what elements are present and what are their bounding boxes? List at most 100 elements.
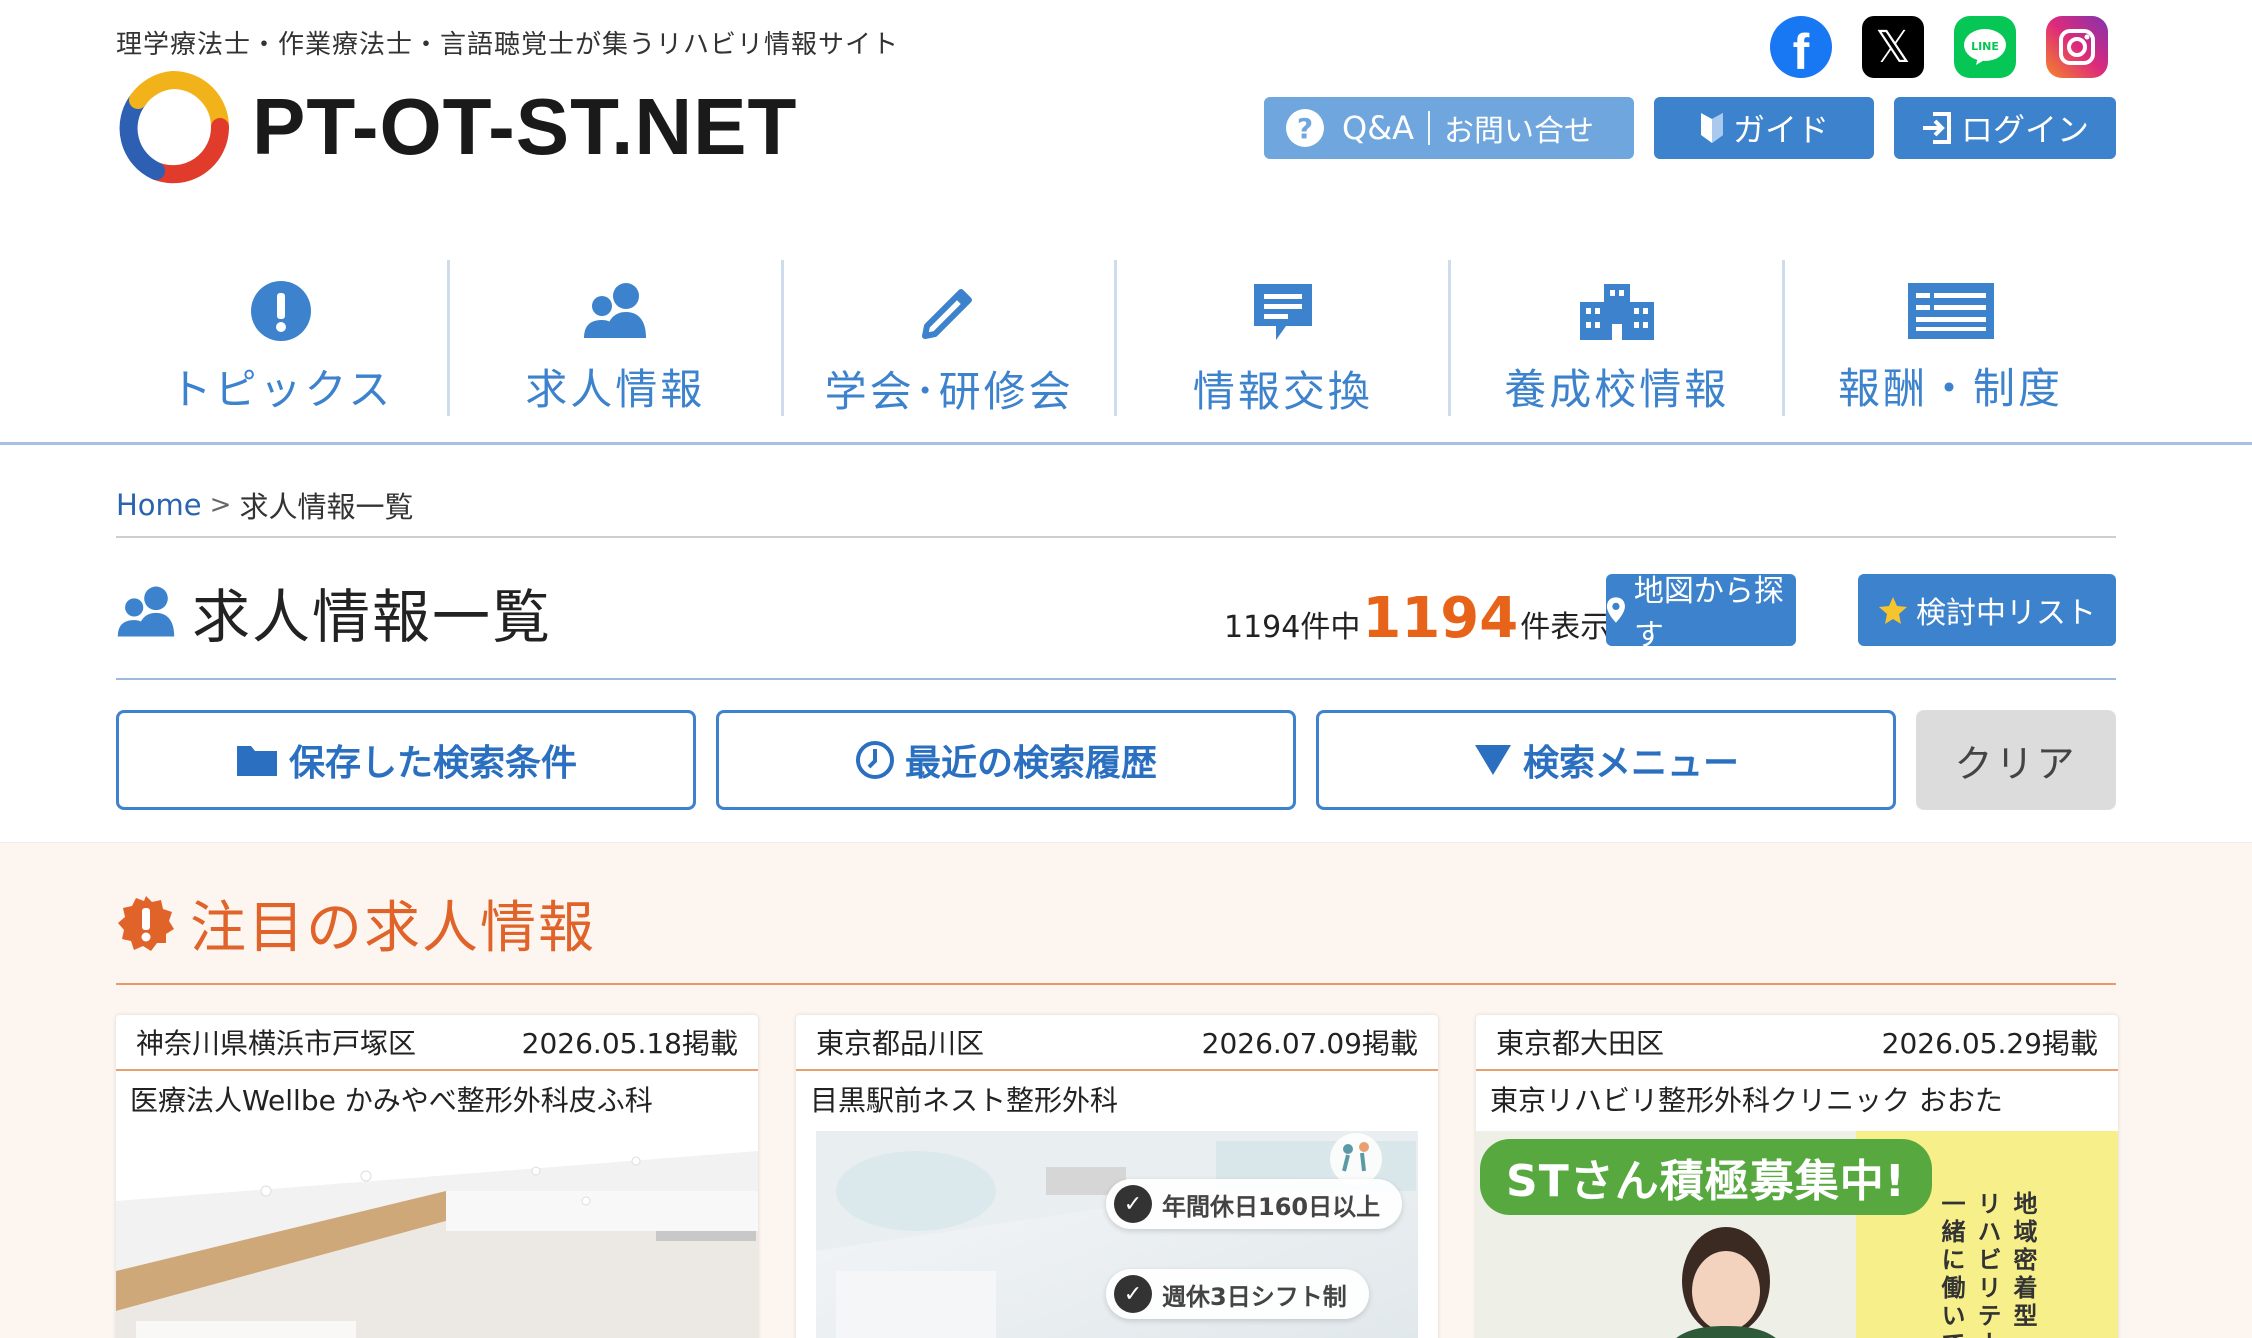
title-divider — [116, 678, 2116, 680]
qa-divider — [1428, 111, 1431, 145]
featured-section: 注目の求人情報 神奈川県横浜市戸塚区 2026.05.18掲載 医療法人Well… — [0, 842, 2252, 1338]
login-icon — [1921, 111, 1953, 145]
clear-button[interactable]: クリア — [1916, 710, 2116, 810]
featured-job-card[interactable]: 東京都品川区 2026.07.09掲載 目黒駅前ネスト整形外科 ✓ 年間休日16… — [796, 1015, 1438, 1338]
card-location: 東京都品川区 — [816, 1027, 985, 1060]
nav-item-seminars[interactable]: 学会･研修会 — [784, 260, 1118, 416]
vertical-text: 一緒に働いて — [1937, 1191, 1965, 1338]
contact-label: お問い合せ — [1444, 114, 1595, 149]
qa-label: Q&A — [1342, 109, 1415, 147]
logo-mark-icon — [119, 71, 230, 184]
card-photo: ✓ 年間休日160日以上 ✓ 週休3日シフト制 — [796, 1131, 1438, 1338]
nav-label-forum: 情報交換 — [1192, 367, 1373, 416]
main-nav: トピックス 求人情報 学会･研修会 情報交換 養成校情報 報酬・制度 — [116, 260, 2116, 416]
pencil-icon — [917, 280, 981, 344]
nav-item-topics[interactable]: トピックス — [116, 260, 450, 416]
featured-job-card[interactable]: 東京都大田区 2026.05.29掲載 東京リハビリ整形外科クリニック おおた … — [1476, 1015, 2118, 1338]
nav-item-jobs[interactable]: 求人情報 — [450, 260, 784, 416]
question-icon: ? — [1286, 109, 1324, 147]
x-icon[interactable]: 𝕏 — [1862, 16, 1924, 78]
nav-divider — [0, 442, 2252, 445]
beginner-mark-icon — [1699, 111, 1725, 145]
triangle-down-icon — [1474, 745, 1511, 775]
qa-contact-button[interactable]: ? Q&A お問い合せ — [1264, 97, 1634, 159]
breadcrumb: Home > 求人情報一覧 — [116, 484, 413, 526]
card-date: 2026.07.09掲載 — [1201, 1027, 1418, 1060]
chat-icon — [1250, 280, 1316, 344]
logo-text: PT-OT-ST.NET — [252, 82, 798, 171]
count-suffix: 件表示 — [1520, 610, 1611, 645]
guide-button[interactable]: ガイド — [1654, 97, 1874, 159]
featured-divider — [116, 983, 2116, 985]
users-icon — [582, 280, 648, 342]
breadcrumb-home-link[interactable]: Home — [116, 488, 202, 522]
check-icon: ✓ — [1114, 1185, 1152, 1223]
nav-item-forum[interactable]: 情報交換 — [1117, 260, 1452, 416]
card-header: 東京都大田区 2026.05.29掲載 — [1476, 1015, 2118, 1071]
nav-label-schools: 養成校情報 — [1504, 365, 1730, 414]
map-pin-icon — [1606, 597, 1625, 623]
site-logo[interactable]: PT-OT-ST.NET — [116, 70, 797, 184]
card-photo: STさん積極募集中! 地域密着型 リハビリテー 一緒に働いて — [1476, 1131, 2118, 1338]
nav-label-rewards: 報酬・制度 — [1838, 364, 2064, 413]
saved-search-button[interactable]: 保存した検索条件 — [116, 710, 696, 810]
nav-item-rewards[interactable]: 報酬・制度 — [1785, 260, 2116, 416]
vertical-text: 地域密着型 — [2009, 1191, 2037, 1331]
featured-job-card[interactable]: 神奈川県横浜市戸塚区 2026.05.18掲載 医療法人Wellbe かみやべ整… — [116, 1015, 758, 1338]
feature-tag-label: 年間休日160日以上 — [1162, 1192, 1381, 1221]
count-prefix: 1194件中 — [1224, 610, 1361, 645]
feature-tag: ✓ 週休3日シフト制 — [1106, 1269, 1369, 1319]
site-tagline: 理学療法士・作業療法士・言語聴覚士が集うリハビリ情報サイト — [116, 30, 900, 60]
recent-search-button[interactable]: 最近の検索履歴 — [716, 710, 1296, 810]
login-button[interactable]: ログイン — [1894, 97, 2116, 159]
nav-item-schools[interactable]: 養成校情報 — [1451, 260, 1786, 416]
guide-label: ガイド — [1732, 111, 1829, 149]
breadcrumb-divider — [116, 536, 2116, 538]
card-location: 神奈川県横浜市戸塚区 — [136, 1027, 417, 1060]
folder-icon — [236, 746, 277, 776]
star-icon — [1879, 597, 1907, 624]
recent-search-label: 最近の検索履歴 — [904, 743, 1157, 784]
camera-icon — [2059, 29, 2095, 65]
card-photo — [116, 1131, 758, 1338]
line-icon[interactable]: LINE — [1954, 16, 2016, 78]
map-search-button[interactable]: 地図から探す — [1606, 574, 1796, 653]
count-shown: 1194 — [1362, 586, 1519, 651]
result-count: 1194件中 1194 件表示 — [1224, 586, 1610, 651]
line-text: LINE — [1971, 40, 1999, 53]
card-header: 神奈川県横浜市戸塚区 2026.05.18掲載 — [116, 1015, 758, 1071]
feature-tag-label: 週休3日シフト制 — [1162, 1282, 1347, 1311]
featured-title: 注目の求人情報 — [190, 896, 596, 961]
card-date: 2026.05.18掲載 — [521, 1027, 738, 1060]
clock-icon — [855, 741, 894, 779]
featured-title-block: 注目の求人情報 — [116, 883, 596, 964]
map-search-label: 地図から探す — [1633, 574, 1784, 653]
social-links: f 𝕏 LINE — [1770, 16, 2108, 80]
card-date: 2026.05.29掲載 — [1881, 1027, 2098, 1060]
clinic-interior-image — [116, 1131, 758, 1338]
login-label: ログイン — [1960, 111, 2089, 149]
page-title-block: 求人情報一覧 — [116, 570, 552, 654]
search-menu-button[interactable]: 検索メニュー — [1316, 710, 1896, 810]
favorites-list-label: 検討中リスト — [1916, 596, 2096, 631]
card-facility-name: 目黒駅前ネスト整形外科 — [810, 1084, 1119, 1117]
card-facility-name: 東京リハビリ整形外科クリニック おおた — [1490, 1084, 2003, 1117]
breadcrumb-current: 求人情報一覧 — [239, 490, 414, 524]
line-bubble-icon: LINE — [1964, 29, 2006, 65]
users-icon — [117, 586, 175, 637]
search-menu-label: 検索メニュー — [1522, 743, 1739, 784]
badge-exclamation-icon — [118, 895, 174, 951]
page-title: 求人情報一覧 — [192, 583, 553, 651]
card-location: 東京都大田区 — [1496, 1027, 1665, 1060]
instagram-icon[interactable] — [2046, 16, 2108, 78]
saved-search-label: 保存した検索条件 — [288, 743, 577, 784]
card-header: 東京都品川区 2026.07.09掲載 — [796, 1015, 1438, 1071]
favorites-list-button[interactable]: 検討中リスト — [1858, 574, 2116, 646]
card-facility-name: 医療法人Wellbe かみやべ整形外科皮ふ科 — [130, 1084, 653, 1117]
facebook-icon[interactable]: f — [1770, 16, 1832, 80]
check-icon: ✓ — [1114, 1275, 1152, 1313]
list-icon — [1906, 280, 1996, 341]
vertical-text: リハビリテー — [1973, 1191, 2001, 1338]
school-icon — [1578, 280, 1656, 342]
feature-tag: ✓ 年間休日160日以上 — [1106, 1179, 1403, 1229]
